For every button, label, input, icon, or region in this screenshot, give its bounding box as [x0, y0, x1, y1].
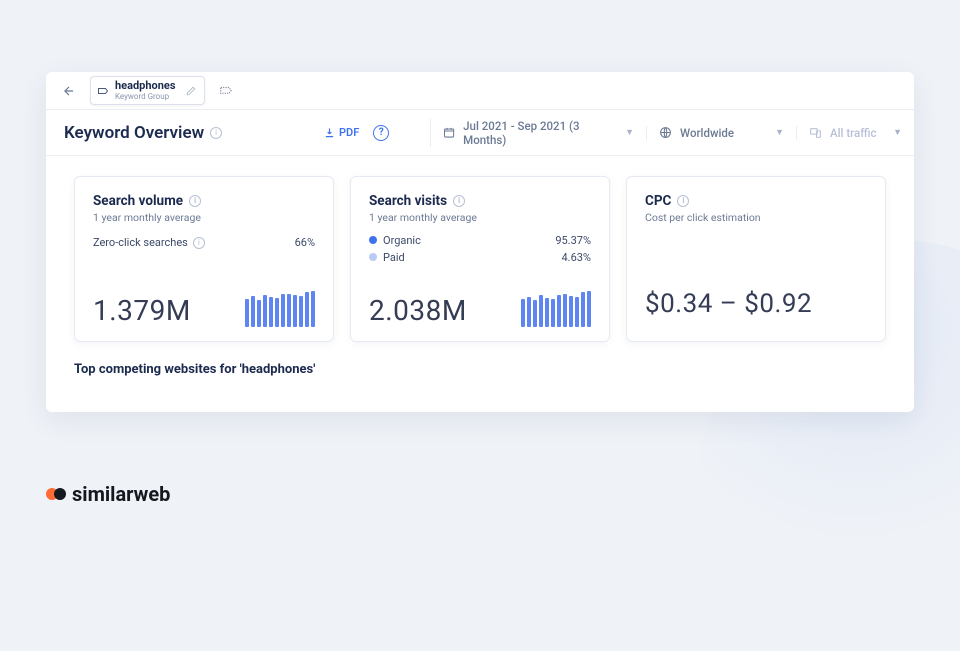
export-pdf-button[interactable]: PDF [324, 126, 359, 139]
card-title: CPC [645, 193, 671, 209]
card-title: Search visits [369, 193, 447, 209]
date-range-label: Jul 2021 - Sep 2021 (3 Months) [463, 119, 615, 147]
brand-logo: similarweb [46, 482, 170, 506]
info-icon[interactable]: i [193, 237, 205, 249]
volume-sparkline [245, 291, 315, 327]
search-visits-value: 2.038M [369, 294, 467, 327]
brand-logo-icon [46, 484, 66, 504]
organic-label: Organic [383, 234, 421, 247]
edit-icon[interactable] [186, 86, 196, 96]
search-volume-card: Search volume i 1 year monthly average Z… [74, 176, 334, 342]
chip-label: headphones [115, 80, 176, 91]
topbar: headphones Keyword Group [46, 72, 914, 110]
search-visits-card: Search visits i 1 year monthly average O… [350, 176, 610, 342]
help-button[interactable]: ? [373, 125, 389, 141]
chevron-down-icon: ▼ [775, 127, 784, 138]
info-icon[interactable]: i [453, 195, 465, 207]
calendar-icon [443, 126, 455, 139]
metric-cards: Search volume i 1 year monthly average Z… [46, 156, 914, 356]
chip-subtitle: Keyword Group [115, 93, 176, 101]
cpc-range-value: $0.34 – $0.92 [645, 289, 867, 319]
card-subtitle: 1 year monthly average [93, 211, 315, 224]
traffic-label: All traffic [830, 126, 877, 140]
organic-dot-icon [369, 236, 377, 244]
chevron-down-icon: ▼ [625, 127, 634, 138]
region-label: Worldwide [680, 126, 734, 140]
organic-value: 95.37% [555, 234, 591, 247]
devices-icon [809, 126, 822, 139]
main-panel: headphones Keyword Group Keyword Overvie… [46, 72, 914, 412]
zero-click-label: Zero-click searches [93, 236, 188, 249]
competing-websites-title: Top competing websites for 'headphones' [46, 356, 914, 377]
info-icon[interactable]: i [189, 195, 201, 207]
traffic-picker[interactable]: All traffic ▼ [796, 126, 914, 140]
cpc-card: CPC i Cost per click estimation $0.34 – … [626, 176, 886, 342]
paid-label: Paid [383, 251, 405, 264]
info-icon[interactable]: i [210, 127, 222, 139]
paid-value: 4.63% [561, 251, 591, 264]
paid-dot-icon [369, 253, 377, 261]
card-subtitle: Cost per click estimation [645, 211, 867, 224]
zero-click-value: 66% [295, 236, 315, 249]
tag-icon [97, 85, 109, 97]
pdf-label: PDF [339, 126, 359, 139]
back-button[interactable] [58, 80, 80, 102]
search-volume-value: 1.379M [93, 294, 191, 327]
subheader: Keyword Overview i PDF ? Jul 2021 - Sep … [46, 110, 914, 156]
brand-name: similarweb [72, 482, 170, 506]
chevron-down-icon: ▼ [893, 127, 902, 138]
card-title: Search volume [93, 193, 183, 209]
info-icon[interactable]: i [677, 195, 689, 207]
globe-icon [659, 126, 672, 139]
add-filter-icon[interactable] [215, 80, 237, 102]
keyword-group-chip[interactable]: headphones Keyword Group [90, 76, 205, 105]
date-range-picker[interactable]: Jul 2021 - Sep 2021 (3 Months) ▼ [430, 119, 646, 147]
visits-sparkline [521, 291, 591, 327]
card-subtitle: 1 year monthly average [369, 211, 591, 224]
page-title: Keyword Overview [64, 123, 204, 143]
region-picker[interactable]: Worldwide ▼ [646, 126, 796, 140]
